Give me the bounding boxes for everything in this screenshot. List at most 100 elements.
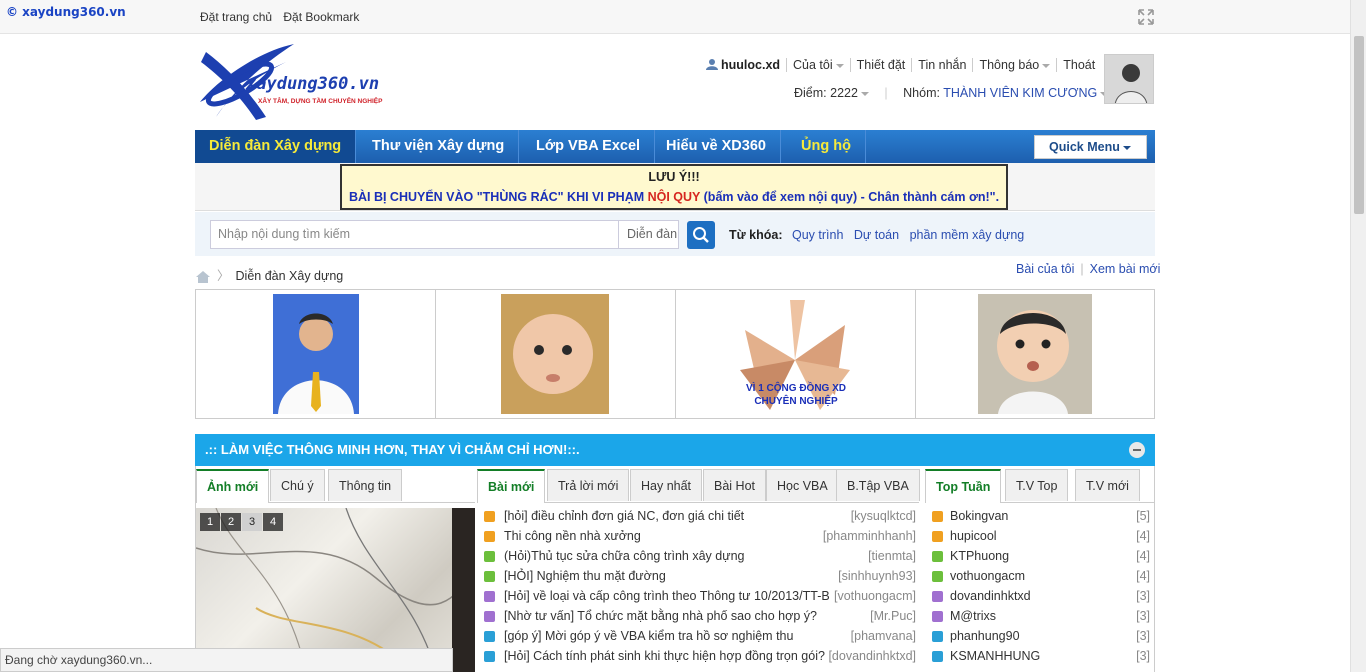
post-author[interactable]: [vothuongacm] xyxy=(834,586,916,606)
banner-4[interactable] xyxy=(916,290,1156,418)
post-author[interactable]: [phamvana] xyxy=(850,626,916,646)
nav-library[interactable]: Thư viện Xây dựng xyxy=(358,130,520,163)
post-author[interactable]: [dovandinhktxd] xyxy=(828,646,916,666)
member-name[interactable]: Bokingvan xyxy=(950,506,1008,526)
search-input[interactable]: Nhập nội dung tìm kiếm xyxy=(210,220,619,249)
messages-link[interactable]: Tin nhắn xyxy=(912,58,974,72)
tab-learn-vba[interactable]: Học VBA xyxy=(766,469,839,501)
list-item[interactable]: dovandinhktxd [3] xyxy=(926,586,1154,606)
logo-text: xaydung360.vn xyxy=(246,74,380,94)
notifications-menu[interactable]: Thông báo xyxy=(973,58,1058,72)
group-value[interactable]: THÀNH VIÊN KIM CƯƠNG xyxy=(943,86,1097,100)
tab-new-replies[interactable]: Trả lời mới xyxy=(547,469,630,501)
list-item[interactable]: [góp ý] Mời góp ý về VBA kiểm tra hồ sơ … xyxy=(478,626,918,646)
tab-new-photos[interactable]: Ảnh mới xyxy=(196,469,270,503)
set-homepage-link[interactable]: Đặt trang chủ xyxy=(200,10,272,24)
breadcrumb-separator: 〉 xyxy=(217,269,230,283)
nav-about[interactable]: Hiểu về XD360 xyxy=(652,130,781,163)
nav-vba-class[interactable]: Lớp VBA Excel xyxy=(522,130,656,163)
pager-page[interactable]: 4 xyxy=(263,513,283,531)
tab-best[interactable]: Hay nhất xyxy=(630,469,703,501)
post-title[interactable]: Thi công nền nhà xưởng xyxy=(504,526,832,546)
my-posts-link[interactable]: Bài của tôi xyxy=(1016,262,1074,276)
post-title[interactable]: [góp ý] Mời góp ý về VBA kiểm tra hồ sơ … xyxy=(504,626,832,646)
list-item[interactable]: [HỎI] Nghiệm thu mặt đường [sinhhuynh93] xyxy=(478,566,918,586)
tab-top-week[interactable]: Top Tuần xyxy=(925,469,1002,503)
bookmark-link[interactable]: Đặt Bookmark xyxy=(283,10,359,24)
post-title[interactable]: [Nhờ tư vấn] Tổ chức mặt bằng nhà phố sa… xyxy=(504,606,832,626)
list-item[interactable]: M@trixs [3] xyxy=(926,606,1154,626)
member-name[interactable]: KSMANHHUNG xyxy=(950,646,1040,666)
list-item[interactable]: phanhung90 [3] xyxy=(926,626,1154,646)
search-scope-select[interactable]: Diễn đàn xyxy=(619,220,679,249)
banner-2[interactable] xyxy=(436,290,676,418)
banner-1[interactable] xyxy=(196,290,436,418)
rules-link[interactable]: NỘI QUY xyxy=(648,190,701,204)
tab-info[interactable]: Thông tin xyxy=(328,469,403,501)
list-item[interactable]: KTPhuong [4] xyxy=(926,546,1154,566)
post-author[interactable]: [Mr.Puc] xyxy=(870,606,916,626)
post-title[interactable]: [hỏi] điều chỉnh đơn giá NC, đơn giá chi… xyxy=(504,506,832,526)
keyword-link[interactable]: phần mềm xây dựng xyxy=(910,228,1025,242)
banner-3[interactable]: VÌ 1 CỘNG ĐỒNG XD CHUYÊN NGHIỆP xyxy=(676,290,916,418)
member-name[interactable]: KTPhuong xyxy=(950,546,1009,566)
points-label[interactable]: Điểm: 2222 xyxy=(794,86,858,100)
pager-page-active[interactable]: 3 xyxy=(242,513,262,531)
tab-notes[interactable]: Chú ý xyxy=(270,469,325,501)
list-item[interactable]: [Nhờ tư vấn] Tổ chức mặt bằng nhà phố sa… xyxy=(478,606,918,626)
post-title[interactable]: (Hỏi)Thủ tục sửa chữa công trình xây dựn… xyxy=(504,546,832,566)
brand-link[interactable]: © xaydung360.vn xyxy=(6,5,126,19)
breadcrumb-current[interactable]: Diễn đàn Xây dựng xyxy=(236,269,344,283)
logout-link[interactable]: Thoát xyxy=(1057,58,1101,72)
my-menu[interactable]: Của tôi xyxy=(787,58,851,72)
member-name[interactable]: dovandinhktxd xyxy=(950,586,1031,606)
member-icon xyxy=(932,511,943,522)
baby-photo xyxy=(501,294,609,414)
member-name[interactable]: phanhung90 xyxy=(950,626,1020,646)
nav-forum[interactable]: Diễn đàn Xây dựng xyxy=(195,130,357,163)
member-name[interactable]: hupicool xyxy=(950,526,997,546)
member-name[interactable]: vothuongacm xyxy=(950,566,1025,586)
post-title[interactable]: [Hỏi] Cách tính phát sinh khi thực hiện … xyxy=(504,646,832,666)
post-author[interactable]: [kysuqlktcd] xyxy=(850,506,916,526)
list-item[interactable]: vothuongacm [4] xyxy=(926,566,1154,586)
nav-donate[interactable]: Ủng hộ xyxy=(787,130,866,163)
collapse-icon[interactable] xyxy=(1129,442,1145,458)
list-item[interactable]: [hỏi] điều chỉnh đơn giá NC, đơn giá chi… xyxy=(478,506,918,526)
list-item[interactable]: [Hỏi] Cách tính phát sinh khi thực hiện … xyxy=(478,646,918,666)
list-item[interactable]: (Hỏi)Thủ tục sửa chữa công trình xây dựn… xyxy=(478,546,918,566)
tab-new-posts[interactable]: Bài mới xyxy=(477,469,546,503)
post-author[interactable]: [tienmta] xyxy=(868,546,916,566)
keyword-link[interactable]: Quy trình xyxy=(792,228,843,242)
tab-new-members[interactable]: T.V mới xyxy=(1075,469,1140,501)
post-author[interactable]: [phamminhhanh] xyxy=(822,526,916,546)
tab-hot[interactable]: Bài Hot xyxy=(703,469,766,501)
avatar[interactable] xyxy=(1104,54,1154,104)
post-author[interactable]: [sinhhuynh93] xyxy=(838,566,916,586)
home-icon[interactable] xyxy=(195,270,211,284)
chevron-down-icon[interactable] xyxy=(860,91,869,96)
search-button[interactable] xyxy=(687,221,715,249)
settings-link[interactable]: Thiết đặt xyxy=(851,58,913,72)
vertical-scrollbar[interactable] xyxy=(1350,0,1366,672)
pager-page[interactable]: 2 xyxy=(221,513,241,531)
list-item[interactable]: hupicool [4] xyxy=(926,526,1154,546)
member-name[interactable]: M@trixs xyxy=(950,606,996,626)
pager-page[interactable]: 1 xyxy=(200,513,220,531)
post-title[interactable]: [Hỏi] về loại và cấp công trình theo Thô… xyxy=(504,586,832,606)
list-item[interactable]: [Hỏi] về loại và cấp công trình theo Thô… xyxy=(478,586,918,606)
list-item[interactable]: Thi công nền nhà xưởng [phamminhhanh] xyxy=(478,526,918,546)
post-title[interactable]: [HỎI] Nghiệm thu mặt đường xyxy=(504,566,832,586)
tab-vba-exercise[interactable]: B.Tập VBA xyxy=(836,469,920,501)
list-item[interactable]: KSMANHHUNG [3] xyxy=(926,646,1154,666)
notice-banner[interactable]: LƯU Ý!!! BÀI BỊ CHUYỂN VÀO "THÙNG RÁC" K… xyxy=(340,164,1008,210)
keyword-link[interactable]: Dự toán xyxy=(854,228,899,242)
scrollbar-thumb[interactable] xyxy=(1354,36,1364,214)
username-link[interactable]: huuloc.xd xyxy=(721,58,780,72)
list-item[interactable]: Bokingvan [5] xyxy=(926,506,1154,526)
site-logo[interactable]: xaydung360.vn XÂY TÂM, DỰNG TẦM CHUYÊN N… xyxy=(196,42,396,122)
new-posts-link[interactable]: Xem bài mới xyxy=(1090,262,1161,276)
expand-icon[interactable] xyxy=(1138,9,1154,25)
quick-menu-button[interactable]: Quick Menu xyxy=(1034,135,1147,159)
tab-top-members[interactable]: T.V Top xyxy=(1005,469,1069,501)
